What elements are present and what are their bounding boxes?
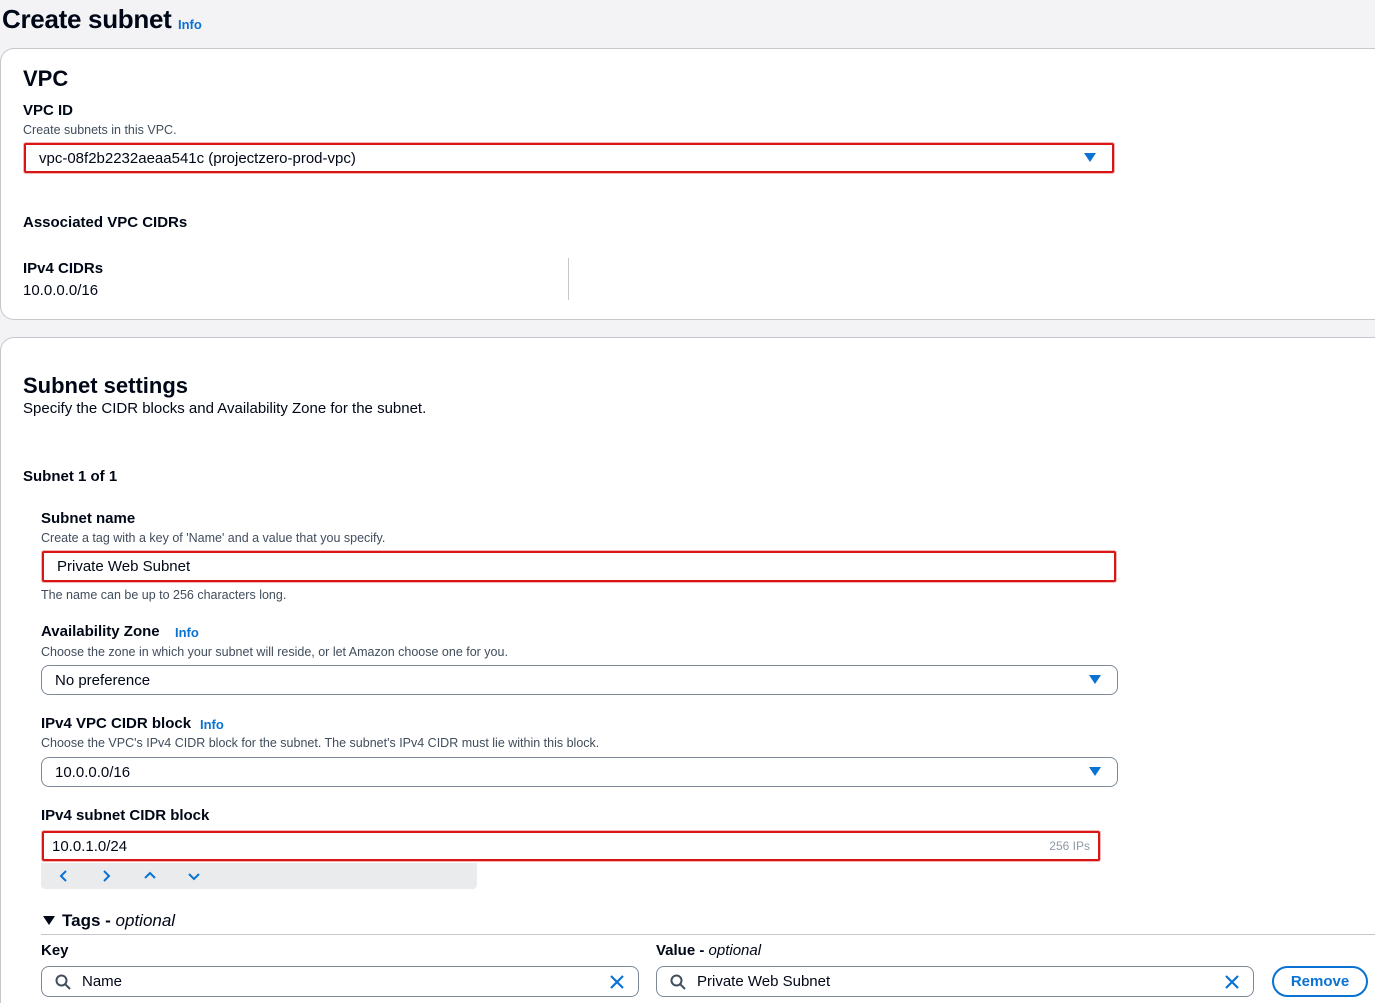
subnet-name-desc: Create a tag with a key of 'Name' and a …: [41, 531, 386, 545]
subnet-name-hint: The name can be up to 256 characters lon…: [41, 588, 287, 602]
tags-heading[interactable]: Tags - optional: [62, 911, 175, 931]
tag-key-value: Name: [82, 973, 123, 990]
cidr-stepper: [41, 863, 477, 889]
az-desc: Choose the zone in which your subnet wil…: [41, 645, 508, 659]
vpc-id-value: vpc-08f2b2232aeaa541c (projectzero-prod-…: [39, 149, 356, 167]
chevron-down-icon: [1089, 675, 1101, 684]
remove-tag-button[interactable]: Remove: [1272, 966, 1368, 997]
vpc-cidr-info-link[interactable]: Info: [200, 717, 224, 732]
subnet-settings-heading: Subnet settings: [23, 373, 189, 398]
subnet-cidr-input[interactable]: 10.0.1.0/24 256 IPs: [42, 831, 1100, 861]
tag-value-value: Private Web Subnet: [697, 973, 831, 990]
title-info-link[interactable]: Info: [178, 17, 202, 32]
page-title: Create subnet: [2, 4, 172, 34]
subnet-count: Subnet 1 of 1: [23, 468, 118, 485]
az-select[interactable]: No preference: [41, 665, 1118, 695]
subnet-name-input[interactable]: Private Web Subnet: [42, 551, 1116, 582]
vpc-panel: [0, 48, 1375, 320]
az-info-link[interactable]: Info: [175, 625, 199, 640]
tags-expand-icon[interactable]: [43, 916, 55, 925]
tag-value-label: Value - optional: [656, 942, 761, 959]
tag-key-input[interactable]: Name: [41, 966, 639, 997]
subnet-name-label: Subnet name: [41, 510, 136, 527]
vpc-heading: VPC: [23, 66, 69, 91]
subnet-cidr-ips: 256 IPs: [1049, 839, 1090, 853]
subnet-settings-desc: Specify the CIDR blocks and Availability…: [23, 400, 427, 417]
az-value: No preference: [55, 671, 151, 689]
vpc-id-label: VPC ID: [23, 102, 74, 119]
tag-value-optional: optional: [708, 942, 762, 959]
chevron-left-icon[interactable]: [56, 868, 72, 884]
az-label: Availability Zone: [41, 623, 160, 640]
tag-key-label: Key: [41, 942, 69, 959]
subnet-cidr-label: IPv4 subnet CIDR block: [41, 807, 210, 824]
subnet-name-value: Private Web Subnet: [57, 558, 191, 575]
ipv4-cidrs-label: IPv4 CIDRs: [23, 260, 104, 277]
tags-heading-text: Tags -: [62, 911, 116, 930]
vpc-cidr-value: 10.0.0.0/16: [55, 763, 131, 781]
tags-divider: [41, 934, 1375, 935]
assoc-cidrs-heading: Associated VPC CIDRs: [23, 214, 188, 231]
tag-value-input[interactable]: Private Web Subnet: [656, 966, 1254, 997]
ipv4-cidrs-value: 10.0.0.0/16: [23, 282, 99, 299]
close-icon[interactable]: [1223, 973, 1241, 991]
chevron-up-icon[interactable]: [142, 868, 158, 884]
tags-optional: optional: [115, 911, 176, 930]
vpc-cidr-desc: Choose the VPC's IPv4 CIDR block for the…: [41, 736, 600, 750]
search-icon: [670, 974, 686, 990]
chevron-down-icon[interactable]: [186, 868, 202, 884]
tag-value-label-text: Value -: [656, 942, 709, 959]
chevron-down-icon: [1089, 767, 1101, 776]
column-divider: [568, 258, 569, 300]
vpc-id-desc: Create subnets in this VPC.: [23, 123, 177, 137]
subnet-cidr-value: 10.0.1.0/24: [52, 837, 128, 855]
search-icon: [55, 974, 71, 990]
vpc-cidr-label: IPv4 VPC CIDR block: [41, 715, 192, 732]
vpc-id-select[interactable]: vpc-08f2b2232aeaa541c (projectzero-prod-…: [24, 143, 1114, 173]
chevron-down-icon: [1084, 153, 1096, 162]
close-icon[interactable]: [608, 973, 626, 991]
chevron-right-icon[interactable]: [98, 868, 114, 884]
vpc-cidr-select[interactable]: 10.0.0.0/16: [41, 757, 1118, 787]
